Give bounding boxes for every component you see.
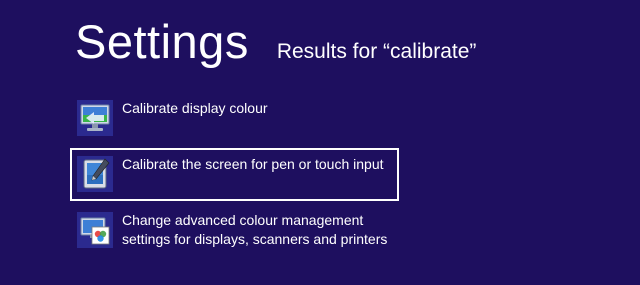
colour-management-icon [77,212,113,248]
monitor-calibrate-icon [77,100,113,136]
result-calibrate-pen-touch[interactable]: Calibrate the screen for pen or touch in… [70,148,399,201]
tablet-pen-icon [77,156,113,192]
result-advanced-colour-management[interactable]: Change advanced colour management settin… [77,212,397,252]
search-results-label: Results for “calibrate” [276,40,477,63]
page-title: Settings [75,15,249,68]
result-calibrate-display-colour[interactable]: Calibrate display colour [77,100,397,138]
result-label: Calibrate display colour [122,100,268,116]
result-label: Calibrate the screen for pen or touch in… [122,156,384,172]
search-header: Settings Results for “calibrate” [75,18,476,65]
result-label: Change advanced colour management settin… [122,212,388,247]
